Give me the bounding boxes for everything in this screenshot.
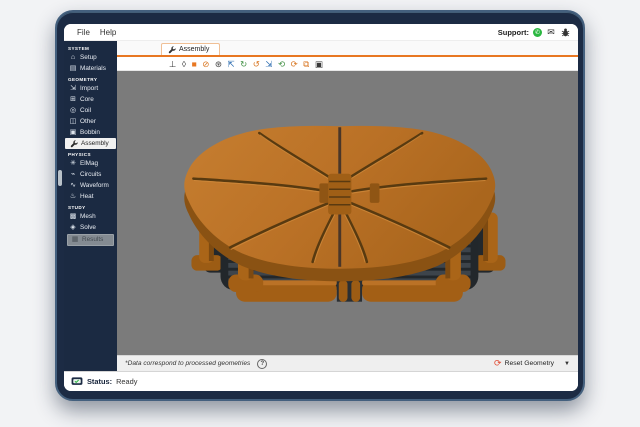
rotate-y-icon[interactable]: ↺ [253, 59, 260, 69]
support-area: Support: ✆ ✉ [498, 27, 570, 37]
sidebar-item-label: Circuits [80, 170, 102, 178]
core-icon: ⊞ [70, 95, 76, 103]
sidebar-item-mesh[interactable]: ▩ Mesh [64, 211, 117, 222]
tab-assembly[interactable]: Assembly [161, 43, 221, 55]
menu-bar: File Help Support: ✆ ✉ [64, 24, 578, 41]
sidebar-item-core[interactable]: ⊞ Core [64, 94, 117, 105]
materials-icon: ▤ [69, 64, 77, 72]
rotate-x-icon[interactable]: ↻ [240, 59, 247, 69]
sidebar-section-study: STUDY [68, 205, 86, 210]
color-swatch-icon[interactable]: ■ [192, 59, 197, 69]
sidebar-item-label: Materials [80, 64, 106, 72]
sidebar-item-label: Coil [80, 106, 92, 114]
waveform-icon: ∿ [70, 181, 76, 189]
status-label: Status: [87, 377, 113, 386]
sidebar-item-label: Assembly [81, 139, 109, 147]
sidebar-item-solve[interactable]: ◈ Solve [64, 222, 117, 233]
wrench-icon [70, 139, 78, 147]
home-icon: ⌂ [70, 53, 76, 61]
solve-icon: ◈ [70, 223, 76, 231]
coil-icon: ◎ [69, 106, 77, 114]
sidebar-item-label: Mesh [80, 212, 96, 220]
bobbin-icon: ▣ [69, 128, 77, 136]
translate-x-icon[interactable]: ⇱ [228, 59, 235, 69]
3d-model[interactable] [117, 71, 578, 355]
translate-y-icon[interactable]: ⇲ [265, 59, 272, 69]
view-orientation-icon[interactable]: ⊛ [215, 59, 222, 69]
sidebar-section-physics: PHYSICS [68, 152, 91, 157]
sidebar-item-results: ▦ Results [67, 234, 114, 246]
sidebar-item-import[interactable]: ⇲ Import [64, 83, 117, 94]
support-label: Support: [497, 27, 529, 37]
sidebar-item-assembly[interactable]: Assembly [65, 138, 116, 149]
sidebar-collapse-handle[interactable] [58, 170, 62, 186]
reset-refresh-icon: ⟳ [494, 358, 502, 368]
tab-bar: Assembly [117, 41, 578, 57]
reset-geometry-label: Reset Geometry [504, 360, 555, 367]
email-icon[interactable]: ✉ [546, 27, 556, 37]
wrench-icon [168, 45, 176, 53]
sidebar-item-waveform[interactable]: ∿ Waveform [64, 180, 117, 191]
sidebar-item-label: Heat [80, 192, 94, 200]
droplet-icon[interactable]: ◊ [182, 59, 186, 69]
hide-geometry-icon[interactable]: ⊘ [202, 59, 209, 69]
sidebar-item-label: ElMag [80, 159, 99, 167]
rotate-free-icon[interactable]: ⟳ [291, 59, 298, 69]
sidebar: SYSTEM ⌂ Setup ▤ Materials GEOMETRY ⇲ Impor… [64, 41, 117, 371]
sidebar-item-circuits[interactable]: ⌁ Circuits [64, 169, 117, 180]
tab-label: Assembly [179, 46, 210, 53]
geometry-note: *Data correspond to processed geometries [125, 360, 251, 367]
axes-icon[interactable]: ⊥ [169, 59, 176, 69]
other-icon: ◫ [69, 117, 77, 125]
sidebar-item-coil[interactable]: ◎ Coil [64, 105, 117, 116]
sidebar-item-label: Waveform [80, 181, 109, 189]
sidebar-item-label: Import [80, 84, 99, 92]
status-value: Ready [116, 377, 138, 386]
sidebar-item-label: Setup [80, 53, 97, 61]
fit-view-icon[interactable]: ⧉ [303, 59, 309, 69]
sidebar-item-label: Other [80, 117, 96, 125]
sidebar-item-materials[interactable]: ▤ Materials [64, 63, 117, 74]
info-bar: *Data correspond to processed geometries… [117, 355, 578, 371]
elmag-icon: ✳ [70, 159, 76, 167]
help-icon[interactable]: ? [257, 358, 268, 369]
chevron-down-icon[interactable]: ▼ [564, 361, 570, 367]
sidebar-item-heat[interactable]: ♨ Heat [64, 191, 117, 202]
sidebar-section-geometry: GEOMETRY [68, 77, 98, 82]
status-icon [71, 376, 83, 385]
sidebar-item-bobbin[interactable]: ▣ Bobbin [64, 127, 117, 138]
status-bar: Status: Ready [64, 371, 578, 391]
reset-geometry-button[interactable]: ⟳ Reset Geometry [494, 359, 554, 368]
bug-report-icon[interactable] [560, 27, 570, 37]
mesh-icon: ▩ [69, 212, 77, 220]
sidebar-item-label: Results [82, 236, 104, 243]
app-window: File Help Support: ✆ ✉ SYSTEM ⌂ Setup ▤ Ma… [55, 10, 585, 401]
viewport-toolbar: ⊥ ◊ ■ ⊘ ⊛ ⇱ ↻ ↺ ⇲ ⟲ ⟳ ⧉ ▣ [117, 57, 578, 71]
sidebar-item-setup[interactable]: ⌂ Setup [64, 52, 117, 63]
window-content: File Help Support: ✆ ✉ SYSTEM ⌂ Setup ▤ Ma… [64, 24, 578, 391]
whatsapp-icon[interactable]: ✆ [533, 27, 542, 37]
3d-viewport[interactable] [117, 71, 578, 355]
sidebar-item-elmag[interactable]: ✳ ElMag [64, 158, 117, 169]
sidebar-section-system: SYSTEM [68, 46, 90, 51]
sidebar-item-label: Bobbin [80, 128, 100, 136]
sidebar-item-other[interactable]: ◫ Other [64, 116, 117, 127]
menu-help[interactable]: Help [95, 28, 121, 37]
import-icon: ⇲ [70, 84, 76, 92]
sidebar-item-label: Core [80, 95, 94, 103]
rotate-z-icon[interactable]: ⟲ [278, 59, 285, 69]
sidebar-item-label: Solve [80, 223, 96, 231]
circuits-icon: ⌁ [70, 170, 76, 178]
screenshot-icon[interactable]: ▣ [315, 59, 323, 69]
menu-file[interactable]: File [72, 28, 95, 37]
results-icon: ▦ [71, 236, 79, 243]
heat-icon: ♨ [69, 192, 77, 200]
